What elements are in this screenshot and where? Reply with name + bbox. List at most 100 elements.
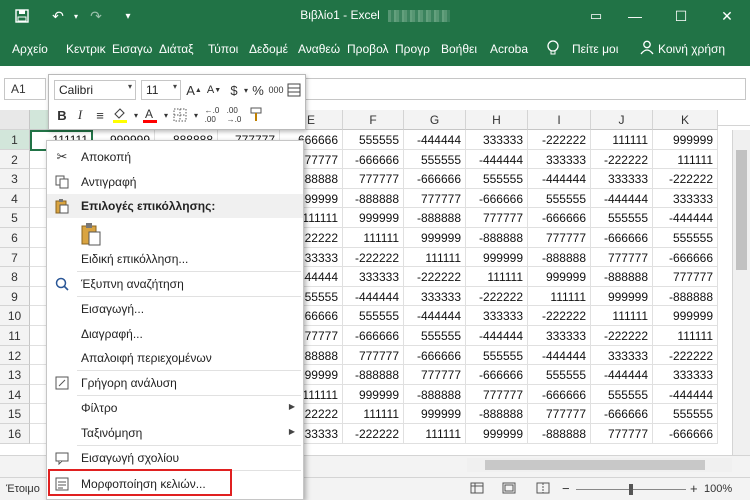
row-header-1[interactable]: 1 (0, 130, 30, 150)
cell-k15[interactable]: 555555 (653, 404, 718, 424)
cell-j4[interactable]: -444444 (591, 188, 653, 209)
cell-g10[interactable]: -444444 (404, 306, 466, 326)
cell-j12[interactable]: 333333 (591, 345, 653, 366)
cell-h6[interactable]: -888888 (466, 228, 528, 248)
cell-j1[interactable]: 111111 (591, 130, 653, 150)
tell-me-search[interactable]: Πείτε μοι (572, 42, 618, 56)
comma-style-icon[interactable]: 000 (267, 80, 285, 100)
tab-review[interactable]: Αναθεώ (298, 42, 340, 56)
cell-j5[interactable]: 555555 (591, 208, 653, 228)
cell-j11[interactable]: -222222 (591, 326, 653, 346)
cell-g13[interactable]: 777777 (404, 365, 466, 385)
cell-h3[interactable]: 555555 (466, 169, 528, 189)
zoom-slider-thumb[interactable] (629, 484, 633, 495)
cell-f16[interactable]: -222222 (343, 424, 404, 444)
increase-decimal-icon[interactable]: ←.0.00 (203, 105, 221, 125)
cell-g11[interactable]: 555555 (404, 326, 466, 346)
cell-j9[interactable]: 999999 (591, 286, 653, 307)
cell-f6[interactable]: 111111 (343, 228, 404, 248)
cell-f9[interactable]: -444444 (343, 286, 404, 307)
cell-h10[interactable]: 333333 (466, 306, 528, 326)
row-header-10[interactable]: 10 (0, 306, 30, 326)
increase-font-icon[interactable]: A ▲ (185, 80, 203, 100)
zoom-level[interactable]: 100% (704, 483, 732, 495)
cell-j16[interactable]: 777777 (591, 424, 653, 444)
menu-item-delete[interactable]: Διαγραφή... (47, 322, 303, 346)
horizontal-scroll-thumb[interactable] (485, 460, 705, 470)
cell-j13[interactable]: -444444 (591, 365, 653, 385)
cell-g15[interactable]: 999999 (404, 404, 466, 424)
column-header-f[interactable]: F (343, 110, 404, 130)
row-header-4[interactable]: 4 (0, 188, 30, 209)
cell-i14[interactable]: -666666 (528, 384, 591, 405)
menu-item-cut[interactable]: ✂ Αποκοπή (47, 145, 303, 169)
align-center-icon[interactable]: ≡ (91, 105, 109, 125)
zoom-out-icon[interactable]: − (562, 481, 570, 496)
cell-i12[interactable]: -444444 (528, 345, 591, 366)
cell-k9[interactable]: -888888 (653, 286, 718, 307)
row-header-12[interactable]: 12 (0, 345, 30, 366)
menu-item-copy[interactable]: Αντιγραφή (47, 170, 303, 194)
close-button[interactable]: ✕ (704, 0, 750, 32)
menu-item-insert[interactable]: Εισαγωγή... (47, 297, 303, 321)
cell-j8[interactable]: -888888 (591, 267, 653, 287)
cell-h5[interactable]: 777777 (466, 208, 528, 228)
row-header-9[interactable]: 9 (0, 286, 30, 307)
cell-i10[interactable]: -222222 (528, 306, 591, 326)
column-header-i[interactable]: I (528, 110, 591, 130)
page-layout-view-icon[interactable] (502, 482, 516, 497)
share-button[interactable]: Κοινή χρήση (658, 42, 725, 56)
cell-i9[interactable]: 111111 (528, 286, 591, 307)
tab-view[interactable]: Προβολ (347, 42, 389, 56)
cell-h4[interactable]: -666666 (466, 188, 528, 209)
menu-item-paste-special[interactable]: Ειδική επικόλληση... (47, 247, 303, 271)
cell-f10[interactable]: 555555 (343, 306, 404, 326)
vertical-scroll-thumb[interactable] (736, 150, 747, 270)
cell-i3[interactable]: -444444 (528, 169, 591, 189)
tab-help[interactable]: Βοήθει (441, 42, 477, 56)
cell-h11[interactable]: -444444 (466, 326, 528, 346)
zoom-in-icon[interactable]: + (690, 481, 698, 496)
ribbon-display-icon[interactable]: ▭ (586, 6, 606, 26)
row-header-8[interactable]: 8 (0, 267, 30, 287)
cell-f1[interactable]: 555555 (343, 130, 404, 150)
row-header-2[interactable]: 2 (0, 149, 30, 170)
cell-i5[interactable]: -666666 (528, 208, 591, 228)
menu-item-quick-analysis[interactable]: Γρήγορη ανάλυση (47, 371, 303, 395)
formula-input[interactable] (300, 78, 746, 100)
cell-h8[interactable]: 111111 (466, 267, 528, 287)
cell-h1[interactable]: 333333 (466, 130, 528, 150)
tab-developer[interactable]: Προγρ (395, 42, 430, 56)
format-table-icon[interactable] (285, 80, 303, 100)
cell-f7[interactable]: -222222 (343, 247, 404, 268)
cell-j10[interactable]: 111111 (591, 306, 653, 326)
cell-k1[interactable]: 999999 (653, 130, 718, 150)
column-header-g[interactable]: G (404, 110, 466, 130)
column-header-j[interactable]: J (591, 110, 653, 130)
cell-g12[interactable]: -666666 (404, 345, 466, 366)
cell-i2[interactable]: 333333 (528, 149, 591, 170)
select-all-corner[interactable] (0, 110, 30, 130)
tab-acrobat[interactable]: Acroba (490, 42, 528, 56)
cell-f13[interactable]: -888888 (343, 365, 404, 385)
cell-j14[interactable]: 555555 (591, 384, 653, 405)
cell-i1[interactable]: -222222 (528, 130, 591, 150)
cell-g2[interactable]: 555555 (404, 149, 466, 170)
cell-i11[interactable]: 333333 (528, 326, 591, 346)
cell-i4[interactable]: 555555 (528, 188, 591, 209)
horizontal-scrollbar[interactable] (467, 458, 732, 472)
row-header-11[interactable]: 11 (0, 326, 30, 346)
cell-f2[interactable]: -666666 (343, 149, 404, 170)
cell-h15[interactable]: -888888 (466, 404, 528, 424)
maximize-button[interactable]: ☐ (658, 0, 704, 32)
cell-i15[interactable]: 777777 (528, 404, 591, 424)
cell-k7[interactable]: -666666 (653, 247, 718, 268)
cell-k10[interactable]: 999999 (653, 306, 718, 326)
font-size-select[interactable]: 11 ▾ (141, 80, 181, 100)
cell-k12[interactable]: -222222 (653, 345, 718, 366)
tab-file[interactable]: Αρχείο (12, 42, 48, 56)
normal-view-icon[interactable] (470, 482, 484, 497)
vertical-scrollbar[interactable] (732, 130, 750, 455)
cell-h9[interactable]: -222222 (466, 286, 528, 307)
format-painter-icon[interactable] (247, 105, 265, 125)
